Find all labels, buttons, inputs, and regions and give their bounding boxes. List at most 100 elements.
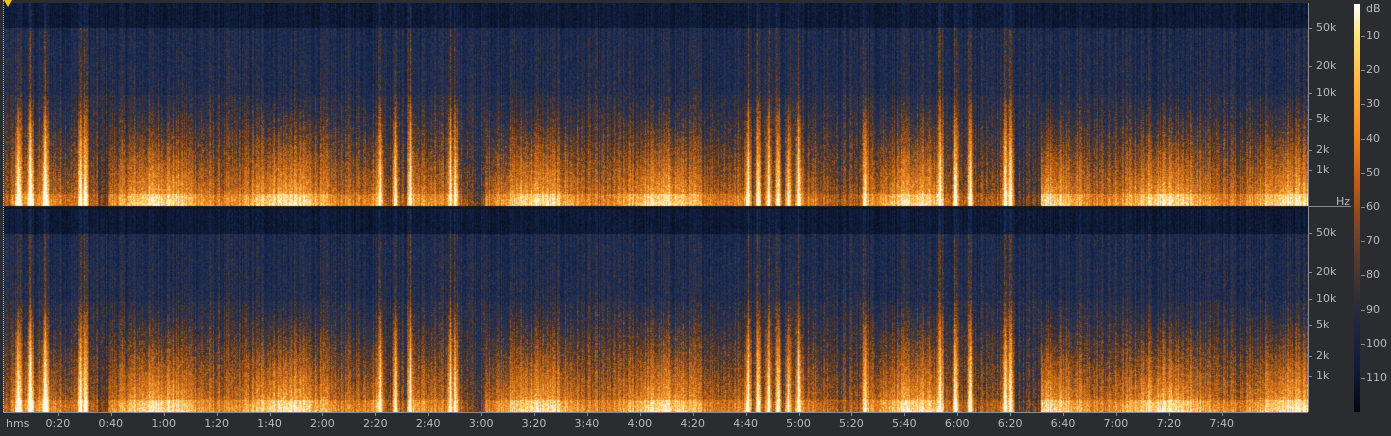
db-tick <box>1361 275 1365 277</box>
time-tick <box>586 412 588 416</box>
time-label: 2:20 <box>362 417 388 430</box>
frequency-label: 20k <box>1316 59 1337 72</box>
db-tick <box>1361 241 1365 243</box>
db-label: 40 <box>1366 131 1380 145</box>
db-label: 10 <box>1366 29 1380 42</box>
frequency-label: 2k <box>1316 349 1330 362</box>
frequency-tick <box>1308 150 1312 151</box>
time-tick <box>1063 412 1064 416</box>
time-tick <box>163 412 165 416</box>
time-axis: hms 0:20 0:40 1:00 1:20 1:40 2:00 2:20 2:40 3:00… <box>0 412 1310 436</box>
time-tick <box>534 412 535 416</box>
time-tick <box>216 412 218 416</box>
frequency-tick <box>1308 299 1312 300</box>
frequency-label: 2k <box>1316 143 1330 156</box>
frequency-label: 5k <box>1316 318 1330 331</box>
db-tick <box>1361 138 1365 140</box>
time-label: 7:00 <box>1103 417 1129 430</box>
frequency-label: 10k <box>1316 86 1337 99</box>
time-tick <box>851 412 853 416</box>
db-tick <box>1361 36 1365 37</box>
frequency-tick <box>1308 376 1312 377</box>
db-color-scale <box>1354 4 1360 412</box>
time-tick <box>269 412 271 416</box>
time-tick <box>692 412 694 416</box>
time-tick <box>1221 412 1223 416</box>
time-label: 0:20 <box>45 417 71 430</box>
frequency-label: 50k <box>1316 226 1337 239</box>
frequency-tick <box>1308 170 1312 171</box>
playhead[interactable] <box>3 0 12 412</box>
frequency-label: 20k <box>1316 265 1337 278</box>
time-tick <box>110 412 112 416</box>
time-tick <box>57 412 59 416</box>
time-label: 5:20 <box>839 417 864 430</box>
time-label: 5:00 <box>786 417 811 430</box>
frequency-label: 50k <box>1316 21 1337 34</box>
frequency-label: 10k <box>1316 292 1337 305</box>
time-label: 2:00 <box>310 417 335 430</box>
time-label: 7:20 <box>1156 417 1182 430</box>
db-tick <box>1361 309 1365 311</box>
time-label: 7:40 <box>1209 417 1235 430</box>
playhead-marker-icon[interactable] <box>4 0 12 7</box>
time-tick <box>904 412 906 416</box>
time-tick <box>1168 412 1170 416</box>
time-label: 2:40 <box>415 417 441 430</box>
time-tick <box>428 412 430 416</box>
time-tick <box>481 412 483 416</box>
time-tick <box>957 412 959 416</box>
channel-divider <box>1308 206 1351 207</box>
time-label: 1:00 <box>151 417 177 430</box>
frequency-tick <box>1308 272 1312 273</box>
frequency-tick <box>1308 28 1312 29</box>
frequency-label: 5k <box>1316 112 1330 125</box>
db-tick <box>1361 104 1365 106</box>
db-label: 50 <box>1366 165 1380 179</box>
time-label: 1:40 <box>257 417 282 430</box>
db-label: 90 <box>1366 302 1380 316</box>
db-tick <box>1361 207 1365 208</box>
time-tick <box>745 412 747 416</box>
frequency-tick <box>1308 119 1312 120</box>
time-tick <box>375 412 377 416</box>
db-label: 100 <box>1366 336 1387 350</box>
db-tick <box>1361 343 1365 345</box>
time-tick <box>1010 412 1012 416</box>
spectrogram-canvas[interactable] <box>3 3 1308 412</box>
time-label: 4:40 <box>733 417 758 430</box>
db-label: 110 <box>1366 371 1387 384</box>
db-unit-label: dB <box>1366 2 1381 15</box>
time-label: 3:20 <box>521 417 547 430</box>
time-label: 0:40 <box>98 417 124 430</box>
time-tick <box>322 412 324 416</box>
frequency-tick <box>1308 325 1312 326</box>
time-label: 6:20 <box>997 417 1023 430</box>
db-label: 20 <box>1366 63 1380 77</box>
time-axis-line <box>3 412 1308 413</box>
time-label: 4:00 <box>627 417 653 430</box>
frequency-tick <box>1308 356 1312 357</box>
frequency-tick <box>1308 66 1312 67</box>
frequency-tick <box>1308 93 1312 94</box>
time-tick <box>798 412 800 416</box>
time-label: 5:40 <box>891 417 917 430</box>
time-label: 3:00 <box>468 417 494 430</box>
db-label: 30 <box>1366 97 1380 111</box>
time-label: 6:00 <box>944 417 970 430</box>
time-label: 3:40 <box>574 417 600 430</box>
db-label: 60 <box>1366 200 1380 213</box>
frequency-tick <box>1308 233 1312 234</box>
frequency-axis: 50k 20k 10k 5k 2k 1k 50k 20k 10k 5k 2k 1k Hz <box>1308 0 1350 414</box>
db-tick <box>1361 70 1365 72</box>
time-tick <box>639 412 641 416</box>
db-label: 70 <box>1366 234 1380 248</box>
db-tick <box>1361 378 1365 379</box>
frequency-label: 1k <box>1316 163 1330 176</box>
time-label: 1:20 <box>204 417 229 430</box>
time-tick <box>1115 412 1117 416</box>
frequency-label: 1k <box>1316 369 1330 382</box>
db-label: 80 <box>1366 268 1380 282</box>
frequency-axis-line <box>1308 3 1309 412</box>
time-unit-label: hms <box>6 417 30 430</box>
